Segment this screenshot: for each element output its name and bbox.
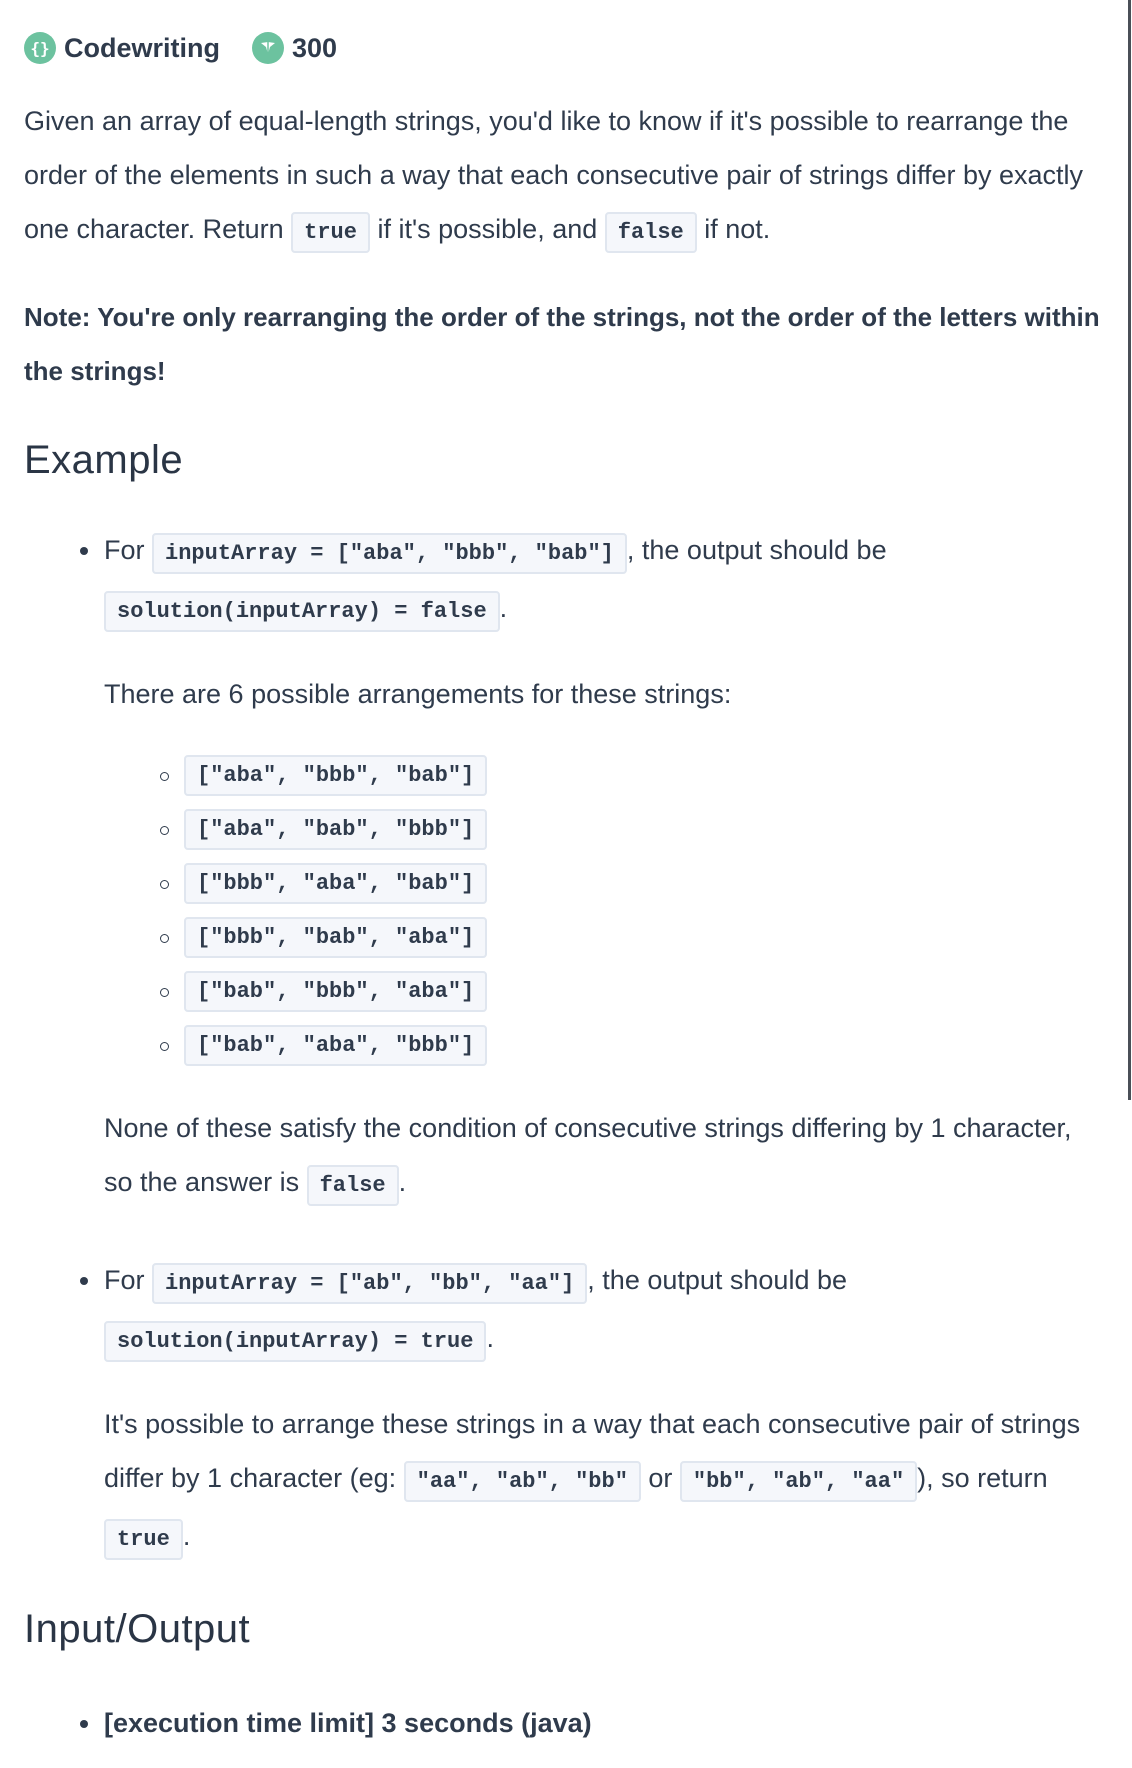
curly-braces-icon: {} [24,32,56,64]
explain-code-1: "aa", "ab", "bb" [403,1461,641,1502]
arrangement-code: ["bab", "aba", "bbb"] [184,1025,488,1066]
example-item-2: For inputArray = ["ab", "bb", "aa"], the… [80,1253,1104,1567]
problem-statement: Given an array of equal-length strings, … [24,94,1104,260]
example-2-explanation: It's possible to arrange these strings i… [104,1397,1104,1567]
io-heading: Input/Output [24,1607,251,1651]
example-1-conclusion: None of these satisfy the condition of c… [104,1101,1104,1213]
arrangement-item: ["bab", "aba", "bbb"] [160,1019,1104,1073]
arrangement-code: ["bbb", "bab", "aba"] [184,917,488,958]
example-2-io: For inputArray = ["ab", "bb", "aa"], the… [104,1253,1104,1369]
example-text: For [104,1265,153,1295]
arrangement-code: ["bab", "bbb", "aba"] [184,971,488,1012]
example-text: ), so return [917,1463,1048,1493]
task-description: {} Codewriting 300 Given an array of equ… [24,24,1104,1750]
points-badge: 300 [252,32,337,64]
example-text: , the output should be [587,1265,848,1295]
explain-code-3: true [104,1519,183,1560]
arrangement-item: ["aba", "bbb", "bab"] [160,749,1104,803]
io-item: [execution time limit] 3 seconds (java) [80,1696,1104,1750]
explain-code-2: "bb", "ab", "aa" [679,1461,918,1502]
coin-icon [252,32,284,64]
scrollbar-edge[interactable] [1128,0,1131,1100]
example-text: . [398,1167,407,1197]
arrangement-item: ["aba", "bab", "bbb"] [160,803,1104,857]
arrangements-intro: There are 6 possible arrangements for th… [104,679,732,709]
statement-text: if it's possible, and [369,214,605,244]
category-label: Codewriting [64,32,220,63]
arrangement-code: ["aba", "bab", "bbb"] [184,809,488,850]
conclusion-code: false [306,1165,399,1206]
example-text: . [499,593,508,623]
example-text: For [104,535,153,565]
points-value: 300 [292,32,338,63]
category-badge: {} Codewriting [24,32,220,64]
example-text: . [486,1323,494,1353]
code-true: true [291,212,370,253]
arrangement-code: ["bbb", "aba", "bab"] [184,863,488,904]
example-text: or [640,1463,680,1493]
example-text: , the output should be [626,535,887,565]
arrangement-item: ["bbb", "aba", "bab"] [160,857,1104,911]
io-list: [execution time limit] 3 seconds (java) [24,1696,1104,1750]
example-1-input: inputArray = ["aba", "bbb", "bab"] [152,533,627,574]
example-2-output: solution(inputArray) = true [104,1321,487,1362]
example-list: For inputArray = ["aba", "bbb", "bab"], … [24,523,1104,1567]
arrangement-code: ["aba", "bbb", "bab"] [184,755,488,796]
example-text: None of these satisfy the condition of c… [104,1113,1072,1197]
code-false: false [604,212,697,253]
task-header: {} Codewriting 300 [24,24,1104,72]
example-heading: Example [24,438,184,482]
example-1-output: solution(inputArray) = false [104,591,500,632]
arrangement-item: ["bbb", "bab", "aba"] [160,911,1104,965]
example-1-io: For inputArray = ["aba", "bbb", "bab"], … [104,523,1104,639]
example-item-1: For inputArray = ["aba", "bbb", "bab"], … [80,523,1104,1213]
example-2-input: inputArray = ["ab", "bb", "aa"] [152,1263,588,1304]
note: Note: You're only rearranging the order … [24,302,1100,386]
arrangement-item: ["bab", "bbb", "aba"] [160,965,1104,1019]
statement-text: if not. [696,214,771,244]
arrangement-list: ["aba", "bbb", "bab"] ["aba", "bab", "bb… [104,749,1104,1073]
example-text: . [182,1521,191,1551]
